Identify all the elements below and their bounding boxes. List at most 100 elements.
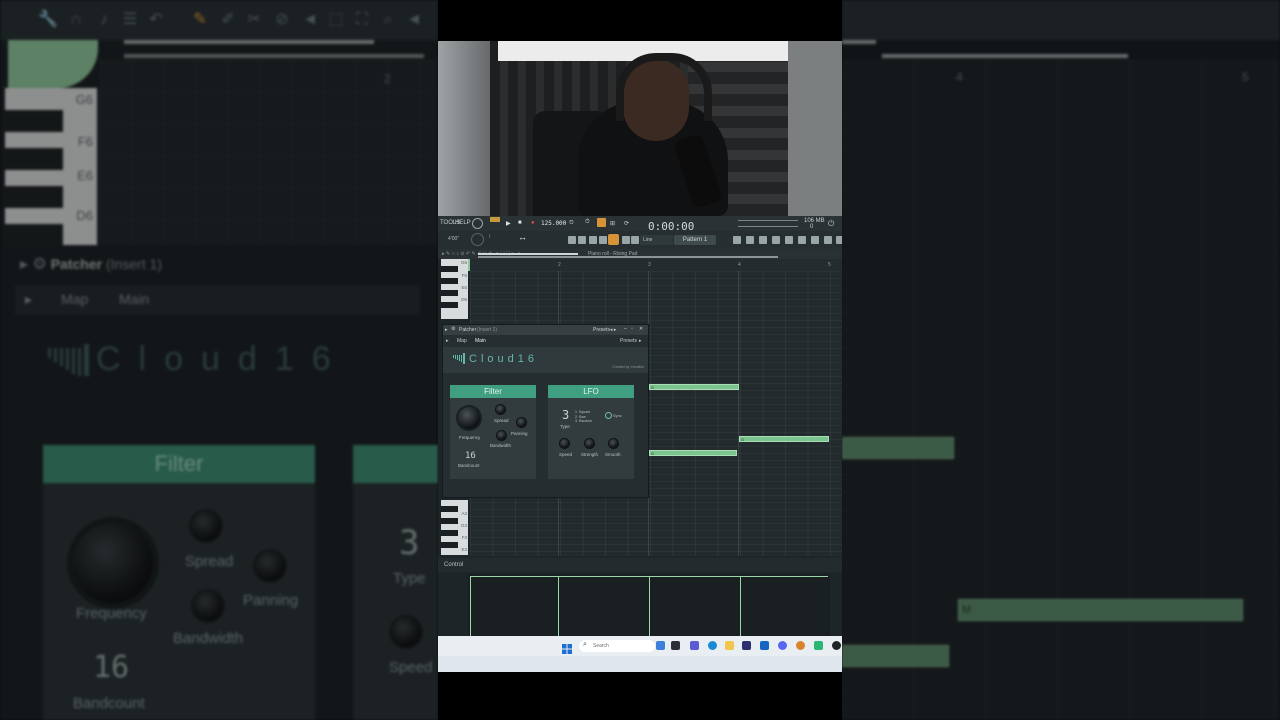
- tempo-display[interactable]: 125.000: [541, 220, 566, 227]
- mixer-icon[interactable]: [759, 236, 767, 244]
- lfo-header: LFO: [548, 385, 634, 398]
- close-panel-icon[interactable]: [836, 236, 842, 244]
- discord-icon[interactable]: [778, 641, 787, 650]
- record-icon[interactable]: ●: [531, 220, 535, 226]
- bg-select-icon: ⬚: [328, 11, 344, 28]
- keyboard-icon[interactable]: [578, 236, 586, 244]
- gear-icon[interactable]: ⚙: [451, 326, 455, 332]
- chevron-right-icon[interactable]: ▸: [445, 327, 448, 333]
- snap-select[interactable]: Line: [640, 235, 673, 245]
- note-g-2[interactable]: G: [649, 450, 737, 456]
- bandcount-value[interactable]: 16: [465, 451, 476, 461]
- bg-panning-label: Panning: [243, 592, 299, 609]
- windows-start-icon[interactable]: [562, 641, 572, 654]
- ruler-mark-5: 5: [828, 262, 831, 268]
- bg-undo-icon: ↶: [149, 11, 163, 28]
- blend-icon[interactable]: ⊞: [610, 220, 615, 227]
- background-left-blurred: 🔧 ∩ ♪ ☰ ↶ ✎ ✐ ✂ ⊘ ◄ ⬚ ⛶ ⌕ ◄ 2 G6 F6 E6 D…: [0, 0, 438, 720]
- playlist-icon[interactable]: [746, 236, 754, 244]
- patcher-titlebar[interactable]: ▸ ⚙ Patcher (Insert 1) Presets ◂ ▸ – ▫ ✕: [443, 325, 648, 335]
- ruler-mark-4: 4: [738, 262, 741, 268]
- lfo-speed-knob[interactable]: [560, 439, 569, 448]
- bg-black-key: [5, 224, 63, 246]
- task-view-icon[interactable]: [671, 641, 680, 650]
- mic-icon[interactable]: [599, 236, 607, 244]
- frequency-knob[interactable]: [458, 407, 480, 429]
- arrow-icon[interactable]: ↑: [488, 234, 491, 240]
- close-icon[interactable]: ✕: [639, 326, 643, 332]
- bg-toolbar: 🔧 ∩ ♪ ☰ ↶ ✎ ✐ ✂ ⊘ ◄ ⬚ ⛶ ⌕ ◄: [0, 0, 438, 40]
- power-icon[interactable]: ⏻: [828, 219, 834, 229]
- fl-studio-icon[interactable]: [796, 641, 805, 650]
- plugin-presets-button[interactable]: Presets: [620, 338, 637, 344]
- piano-roll-ruler[interactable]: 2 3 4 5: [470, 253, 842, 271]
- velocity-bar[interactable]: [558, 576, 559, 636]
- obs-icon[interactable]: [832, 641, 841, 650]
- horizontal-resize-icon[interactable]: ↔: [518, 232, 527, 242]
- pat-song-toggle[interactable]: [490, 217, 500, 222]
- browser-icon[interactable]: [785, 236, 793, 244]
- store-icon[interactable]: [760, 641, 769, 650]
- bg-wrench-icon: 🔧: [38, 11, 58, 28]
- velocity-bar[interactable]: [649, 576, 650, 636]
- menu-help[interactable]: HELP: [455, 220, 471, 226]
- wait-icon[interactable]: ⏱: [585, 219, 590, 226]
- minimize-icon[interactable]: –: [624, 326, 627, 332]
- plugin-icon[interactable]: [798, 236, 806, 244]
- file-explorer-icon[interactable]: [725, 641, 734, 650]
- play-icon[interactable]: ▶: [506, 220, 511, 227]
- preset-nav-icon[interactable]: ◂ ▸: [610, 327, 616, 333]
- taskbar-search[interactable]: Search: [579, 640, 655, 652]
- master-pitch-slider[interactable]: [738, 226, 798, 227]
- snap-magnet-icon[interactable]: [608, 234, 619, 245]
- sync-toggle-icon[interactable]: [605, 412, 612, 419]
- pattern-selector[interactable]: Pattern 1: [674, 235, 716, 245]
- mic-record-icon[interactable]: [811, 236, 819, 244]
- sync-label: Sync: [613, 413, 622, 418]
- piano-keys-bottom[interactable]: A3 G3 F3 E3: [441, 500, 468, 555]
- presets-button[interactable]: Presets: [593, 327, 610, 333]
- note-g[interactable]: G: [739, 436, 829, 442]
- webcam-feed: [438, 41, 842, 216]
- loop-record-icon[interactable]: ⟳: [624, 220, 629, 227]
- loop-icon[interactable]: [472, 218, 483, 229]
- bandwidth-knob[interactable]: [497, 431, 506, 440]
- countdown-icon[interactable]: [597, 218, 606, 227]
- tab-map[interactable]: Map: [457, 338, 467, 344]
- spread-knob[interactable]: [496, 405, 505, 414]
- stamp-icon[interactable]: [631, 236, 639, 244]
- edge-icon[interactable]: [708, 641, 717, 650]
- velocity-bar[interactable]: [740, 576, 741, 636]
- master-knob[interactable]: [471, 233, 484, 246]
- metronome-icon[interactable]: ⏲: [569, 220, 574, 227]
- tab-main[interactable]: Main: [475, 338, 486, 344]
- piano-icon[interactable]: [568, 236, 576, 244]
- master-volume-slider[interactable]: [738, 220, 798, 221]
- note-d[interactable]: D: [649, 384, 739, 390]
- event-editor-header: Control: [438, 558, 842, 572]
- control-selector[interactable]: Control: [444, 562, 463, 568]
- lfo-type-value[interactable]: 3: [562, 408, 569, 422]
- typing-keyboard-icon[interactable]: [622, 236, 630, 244]
- maximize-icon[interactable]: ▫: [631, 326, 633, 332]
- premiere-icon[interactable]: [742, 641, 751, 650]
- channel-rack-icon[interactable]: [733, 236, 741, 244]
- filter-header: Filter: [450, 385, 536, 398]
- bg-selection-corner: [8, 40, 98, 88]
- teams-icon[interactable]: [690, 641, 699, 650]
- windows-taskbar: Search ⌕: [438, 636, 842, 656]
- lfo-strength-knob[interactable]: [585, 439, 594, 448]
- piano-keys-top[interactable]: G6 F6 E6 D6: [441, 259, 468, 319]
- lfo-smooth-knob[interactable]: [609, 439, 618, 448]
- bg-expand-icon: ⛶: [356, 11, 368, 28]
- app-icon[interactable]: [814, 641, 823, 650]
- panning-knob[interactable]: [517, 418, 526, 427]
- stop-icon[interactable]: ■: [518, 220, 522, 226]
- piano-roll-icon[interactable]: [772, 236, 780, 244]
- bg-spread-label: Spread: [185, 553, 234, 570]
- taskbar-app-icon[interactable]: [656, 641, 665, 650]
- bg-brush-icon: ✐: [221, 11, 235, 28]
- velocity-bar[interactable]: [470, 576, 471, 636]
- tools-icon[interactable]: [824, 236, 832, 244]
- pencil-icon[interactable]: [589, 236, 597, 244]
